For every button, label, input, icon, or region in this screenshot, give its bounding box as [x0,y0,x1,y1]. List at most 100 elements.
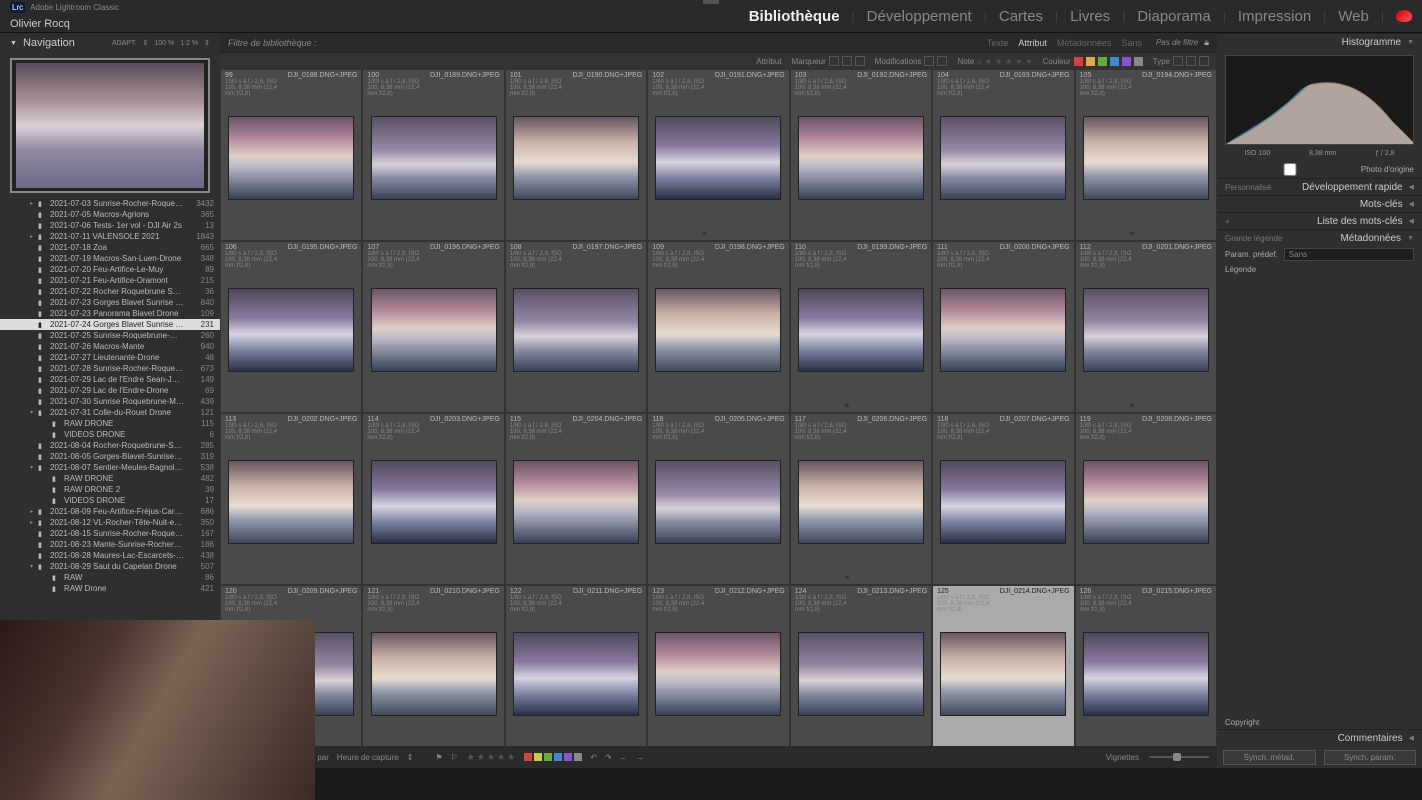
filter-preset-label[interactable]: Pas de filtre [1156,38,1198,47]
folder-item[interactable]: ▮2021-07-05 Macros-Agrions365 [0,209,220,220]
thumbnail-cell[interactable]: 1161/80 s à f / 2,8, ISO 100, 8,38 mm (2… [647,413,789,585]
module-library[interactable]: Bibliothèque [749,8,840,25]
keyword-list-header[interactable]: + Liste des mots-clés ◀ [1217,212,1422,229]
cell-thumbnail[interactable] [798,288,924,372]
color-filter-swatch[interactable] [1134,57,1143,66]
color-label-swatch[interactable] [524,753,532,761]
cell-thumbnail[interactable] [798,460,924,544]
top-disclosure-handle[interactable] [703,0,719,4]
module-print[interactable]: Impression [1238,8,1311,25]
folder-item[interactable]: ▮RAW DRONE 239 [0,484,220,495]
rating-op-icon[interactable]: ≥ [977,57,981,66]
thumbnail-cell[interactable]: 1021/80 s à f / 2,8, ISO 100, 8,38 mm (2… [647,69,789,241]
navigator-preview[interactable] [10,58,210,193]
flag-rejected-icon[interactable] [855,56,865,66]
disclosure-triangle-icon[interactable]: ▼ [10,40,17,47]
module-book[interactable]: Livres [1070,8,1110,25]
toolbar-rating[interactable]: ★★★★★ [466,752,516,763]
cell-thumbnail[interactable] [655,460,781,544]
sync-settings-button[interactable]: Synch. param. [1324,750,1417,765]
folder-item[interactable]: ▮2021-07-29 Lac de l'Endre-Drone69 [0,385,220,396]
original-photo-checkbox[interactable] [1225,163,1355,176]
cell-thumbnail[interactable] [655,288,781,372]
thumbnail-cell[interactable]: 1091/80 s à f / 2,8, ISO 100, 8,38 mm (2… [647,241,789,413]
histogram[interactable] [1225,55,1414,145]
sort-asc-icon[interactable]: ⇕ [407,753,414,762]
type-video-icon[interactable] [1199,56,1209,66]
folder-item[interactable]: ▮2021-07-18 Zoa665 [0,242,220,253]
cell-thumbnail[interactable] [1083,288,1209,372]
disclosure-triangle-icon[interactable]: ▼ [1407,39,1414,46]
color-filter-swatch[interactable] [1122,57,1131,66]
thumbnail-cell[interactable]: 1101/80 s à f / 2,8, ISO 100, 8,38 mm (2… [790,241,932,413]
folder-item[interactable]: ▾▮2021-08-29 Saut du Capelan Drone507 [0,561,220,572]
thumbnail-cell[interactable]: 1051/80 s à f / 2,8, ISO 100, 8,38 mm (2… [1075,69,1217,241]
thumbnail-cell[interactable]: 1261/80 s à f / 2,8, ISO 100, 8,38 mm (2… [1075,585,1217,746]
cell-thumbnail[interactable] [371,632,497,716]
flag-toggle-icon[interactable]: ⚑ [435,753,442,762]
thumbnail-size-slider[interactable] [1149,756,1209,758]
folder-item[interactable]: ▮2021-08-23 Mante-Sunrise-Rocher-Maures…… [0,539,220,550]
folder-disclosure-icon[interactable]: ▸ [30,200,38,207]
thumbnail-cell[interactable]: 1031/80 s à f / 2,8, ISO 100, 8,38 mm (2… [790,69,932,241]
filter-tab-none[interactable]: Sans [1121,38,1142,48]
cell-thumbnail[interactable] [228,288,354,372]
thumbnail-cell[interactable]: 1041/80 s à f / 2,8, ISO 100, 8,38 mm (2… [932,69,1074,241]
thumbnail-cell[interactable]: 1241/80 s à f / 2,8, ISO 100, 8,38 mm (2… [790,585,932,746]
star-3-icon[interactable]: ★ [1005,57,1012,66]
color-filter-swatch[interactable] [1086,57,1095,66]
folder-disclosure-icon[interactable]: ▸ [30,508,38,515]
edited-icon[interactable] [924,56,934,66]
cell-thumbnail[interactable] [798,116,924,200]
thumbnail-cell[interactable]: 1061/80 s à f / 2,8, ISO 100, 8,38 mm (2… [220,241,362,413]
cell-thumbnail[interactable] [940,116,1066,200]
metadata-header[interactable]: Grande légende Métadonnées ▼ [1217,229,1422,246]
star-4-icon[interactable]: ★ [1015,57,1022,66]
thumbnail-cell[interactable]: 1111/80 s à f / 2,8, ISO 100, 8,38 mm (2… [932,241,1074,413]
folder-item[interactable]: ▮2021-08-15 Sunrise-Rocher-Roquebrune-D…… [0,528,220,539]
cell-thumbnail[interactable] [940,632,1066,716]
histogram-header[interactable]: Histogramme ▼ [1217,33,1422,50]
folder-item[interactable]: ▮2021-07-23 Gorges Blavet Sunrise - Macr… [0,297,220,308]
folder-item[interactable]: ▮2021-08-04 Rocher-Roquebrune-Sunset-D…2… [0,440,220,451]
folder-item[interactable]: ▾▮2021-07-31 Colle-du-Rouet Drone121 [0,407,220,418]
cell-thumbnail[interactable] [371,460,497,544]
star-2-icon[interactable]: ★ [995,57,1002,66]
color-filter-swatch[interactable] [1098,57,1107,66]
filter-tab-metadata[interactable]: Métadonnées [1057,38,1112,48]
cell-thumbnail[interactable] [371,116,497,200]
type-master-icon[interactable] [1173,56,1183,66]
thumbnail-cell[interactable]: 1251/80 s à f / 2,8, ISO 100, 8,38 mm (2… [932,585,1074,746]
disclosure-triangle-icon[interactable]: ◀ [1409,183,1414,191]
thumbnail-cell[interactable]: 1071/80 s à f / 2,8, ISO 100, 8,38 mm (2… [362,241,504,413]
navigator-header[interactable]: ▼ Navigation ADAPT.⇕ 100 % 1:2 %⇕ [0,33,220,53]
thumbnail-cell[interactable]: 1001/80 s à f / 2,8, ISO 100, 8,38 mm (2… [362,69,504,241]
thumbnail-cell[interactable]: 1011/80 s à f / 2,8, ISO 100, 8,38 mm (2… [505,69,647,241]
folder-item[interactable]: ▮2021-07-28 Sunrise-Rocher-Roquebrune-M…… [0,363,220,374]
folder-item[interactable]: ▮RAW DRONE115 [0,418,220,429]
color-label-swatch[interactable] [564,753,572,761]
color-label-swatch[interactable] [544,753,552,761]
thumbnail-cell[interactable]: 1181/80 s à f / 2,8, ISO 100, 8,38 mm (2… [932,413,1074,585]
sync-metadata-button[interactable]: Synch. métad. [1223,750,1316,765]
filter-tab-text[interactable]: Texte [987,38,1009,48]
cell-thumbnail[interactable] [371,288,497,372]
thumbnail-cell[interactable]: 1151/80 s à f / 2,8, ISO 100, 8,38 mm (2… [505,413,647,585]
folder-item[interactable]: ▮2021-07-22 Rocher Roquebrune Sunset36 [0,286,220,297]
module-web[interactable]: Web [1338,8,1369,25]
nav-zoom-pct[interactable]: 100 % [154,40,174,47]
cell-thumbnail[interactable] [798,632,924,716]
folder-item[interactable]: ▸▮2021-07-03 Sunrise-Rocher-Roquebrune…3… [0,198,220,209]
folder-item[interactable]: ▮2021-07-30 Sunrise Roquebrune-Monaster…… [0,396,220,407]
disclosure-triangle-icon[interactable]: ◀ [1409,200,1414,208]
star-1-icon[interactable]: ★ [985,57,992,66]
folder-item[interactable]: ▮VIDEOS DRONE6 [0,429,220,440]
folder-item[interactable]: ▮RAW DRONE482 [0,473,220,484]
thumbnail-cell[interactable]: 1221/80 s à f / 2,8, ISO 100, 8,38 mm (2… [505,585,647,746]
thumbnail-cell[interactable]: 1081/80 s à f / 2,8, ISO 100, 8,38 mm (2… [505,241,647,413]
filter-tab-attribute[interactable]: Attribut [1018,38,1047,48]
disclosure-triangle-icon[interactable]: ▼ [1407,235,1414,242]
folder-item[interactable]: ▸▮2021-08-12 VL-Rocher-Tête-Nuit-etoiles… [0,517,220,528]
add-keyword-icon[interactable]: + [1225,217,1230,226]
cell-thumbnail[interactable] [1083,460,1209,544]
